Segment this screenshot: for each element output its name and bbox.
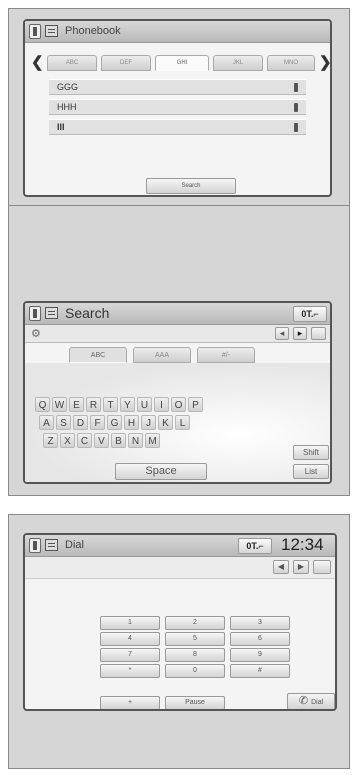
contact-row[interactable]: GGG — [49, 79, 306, 95]
phone-status-icon — [29, 306, 41, 321]
key-r[interactable]: R — [86, 397, 101, 412]
dial-title: Dial — [65, 539, 84, 551]
cursor-forward-button[interactable]: ▸ — [293, 327, 307, 340]
clock: 12:34 — [281, 535, 324, 554]
key-t[interactable]: T — [103, 397, 118, 412]
key-d[interactable]: D — [73, 415, 88, 430]
settings-icon[interactable]: ⚙ — [31, 327, 41, 340]
tab-scroll-left-button[interactable]: ❮ — [31, 54, 44, 72]
keypad-key[interactable]: 1 — [100, 616, 160, 630]
tab-abc[interactable]: ABC — [69, 347, 127, 363]
dial-button[interactable]: ✆ Dial — [287, 693, 335, 709]
keypad-key[interactable]: 2 — [165, 616, 225, 630]
key-a[interactable]: A — [39, 415, 54, 430]
key-w[interactable]: W — [52, 397, 67, 412]
search-screen: Search 0T.⌐ ⚙ ◂ ▸ ABC AAA #/- Space Shif… — [23, 301, 332, 484]
key-j[interactable]: J — [141, 415, 156, 430]
keypad-key[interactable]: 3 — [230, 616, 290, 630]
signal-indicator: 0T.⌐ — [238, 538, 272, 554]
space-button[interactable]: Space — [115, 463, 207, 480]
key-z[interactable]: Z — [43, 433, 58, 448]
mobile-phone-icon — [294, 103, 298, 112]
keypad-key[interactable]: 9 — [230, 648, 290, 662]
signal-indicator: 0T.⌐ — [293, 306, 327, 322]
mobile-phone-icon — [294, 83, 298, 92]
key-b[interactable]: B — [111, 433, 126, 448]
key-q[interactable]: Q — [35, 397, 50, 412]
key-p[interactable]: P — [188, 397, 203, 412]
key-k[interactable]: K — [158, 415, 173, 430]
phonebook-icon — [45, 25, 58, 37]
mobile-phone-icon — [294, 123, 298, 132]
shift-button[interactable]: Shift — [293, 445, 329, 460]
phonebook-tab-row: ❮ ABC DEF GHI JKL MNO ❯ — [25, 54, 330, 72]
key-f[interactable]: F — [90, 415, 105, 430]
delete-button[interactable] — [311, 327, 326, 340]
search-panel: Search 0T.⌐ ⚙ ◂ ▸ ABC AAA #/- Space Shif… — [8, 206, 350, 496]
tab-ghi[interactable]: GHI — [155, 55, 209, 71]
keypad-key[interactable]: 8 — [165, 648, 225, 662]
key-n[interactable]: N — [128, 433, 143, 448]
list-button[interactable]: List — [293, 464, 329, 479]
tab-jkl[interactable]: JKL — [213, 55, 263, 71]
key-y[interactable]: Y — [120, 397, 135, 412]
key-u[interactable]: U — [137, 397, 152, 412]
keypad-key[interactable]: 4 — [100, 632, 160, 646]
pause-button[interactable]: Pause — [165, 696, 225, 709]
contact-name: III — [57, 122, 65, 132]
search-button[interactable]: Search — [146, 178, 236, 194]
contact-name: GGG — [57, 82, 79, 92]
contact-name: HHH — [57, 102, 77, 112]
cursor-left-button[interactable]: ◀ — [273, 560, 289, 574]
phonebook-icon — [45, 307, 58, 319]
key-i[interactable]: I — [154, 397, 169, 412]
tab-mno[interactable]: MNO — [267, 55, 315, 71]
keypad-key[interactable]: # — [230, 664, 290, 678]
keypad-key[interactable]: 7 — [100, 648, 160, 662]
dial-screen: Dial 0T.⌐ 12:34 ◀ ▶ + Pause ✆ Dial 123456… — [23, 533, 337, 711]
cursor-back-button[interactable]: ◂ — [275, 327, 289, 340]
dial-panel: Dial 0T.⌐ 12:34 ◀ ▶ + Pause ✆ Dial 123456… — [8, 514, 350, 769]
handset-icon: ✆ — [298, 695, 309, 707]
phonebook-titlebar: Phonebook — [25, 21, 330, 43]
key-e[interactable]: E — [69, 397, 84, 412]
phonebook-title: Phonebook — [65, 25, 121, 37]
key-s[interactable]: S — [56, 415, 71, 430]
phonebook-screen: Phonebook ❮ ABC DEF GHI JKL MNO ❯ GGG HH… — [23, 19, 332, 197]
key-v[interactable]: V — [94, 433, 109, 448]
keypad-key[interactable]: 5 — [165, 632, 225, 646]
search-title: Search — [65, 305, 110, 321]
contact-row[interactable]: HHH — [49, 99, 306, 115]
tab-aaa[interactable]: AAA — [133, 347, 191, 363]
key-h[interactable]: H — [124, 415, 139, 430]
key-c[interactable]: C — [77, 433, 92, 448]
cursor-right-button[interactable]: ▶ — [293, 560, 309, 574]
delete-button[interactable] — [313, 560, 331, 574]
key-g[interactable]: G — [107, 415, 122, 430]
key-x[interactable]: X — [60, 433, 75, 448]
search-input[interactable]: ⚙ ◂ ▸ — [25, 325, 330, 343]
dial-button-label: Dial — [311, 699, 324, 706]
keypad-key[interactable]: 0 — [165, 664, 225, 678]
tab-def[interactable]: DEF — [101, 55, 151, 71]
phone-status-icon — [29, 538, 41, 553]
tab-scroll-right-button[interactable]: ❯ — [319, 54, 330, 72]
plus-button[interactable]: + — [100, 696, 160, 709]
key-o[interactable]: O — [171, 397, 186, 412]
keypad-key[interactable]: 6 — [230, 632, 290, 646]
contact-row[interactable]: III — [49, 119, 306, 135]
keypad-key[interactable]: * — [100, 664, 160, 678]
key-l[interactable]: L — [175, 415, 190, 430]
search-titlebar: Search 0T.⌐ — [25, 303, 330, 325]
tab-abc[interactable]: ABC — [47, 55, 97, 71]
phonebook-icon — [45, 539, 58, 551]
phone-status-icon — [29, 24, 41, 39]
tab-symbols[interactable]: #/- — [197, 347, 255, 363]
number-display: ◀ ▶ — [25, 557, 335, 579]
key-m[interactable]: M — [145, 433, 160, 448]
phonebook-panel: Phonebook ❮ ABC DEF GHI JKL MNO ❯ GGG HH… — [8, 8, 350, 206]
